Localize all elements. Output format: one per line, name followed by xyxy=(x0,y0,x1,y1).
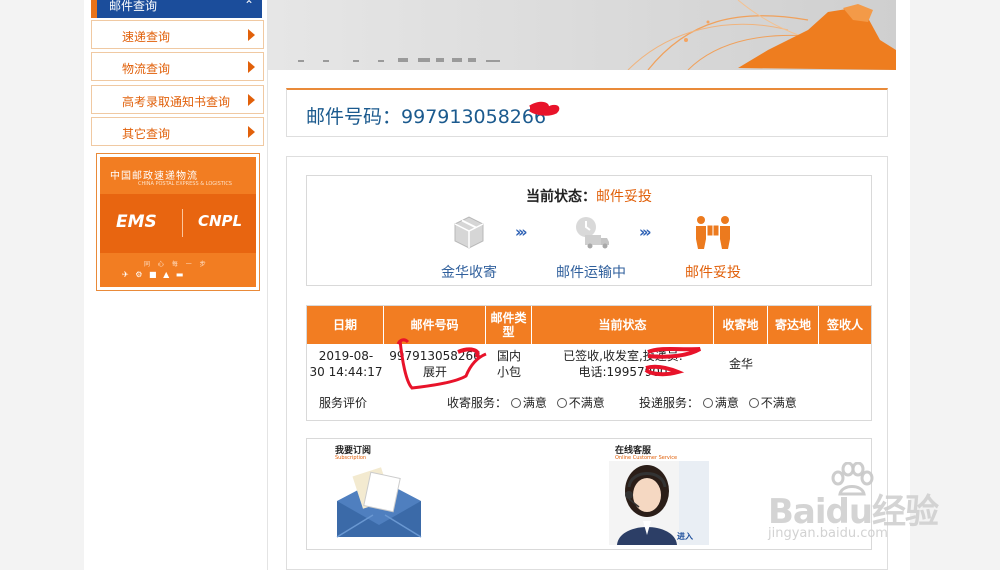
china-post-ems-logo[interactable]: 中国邮政速递物流 CHINA POSTAL EXPRESS & LOGISTIC… xyxy=(96,153,260,291)
triangle-right-icon xyxy=(248,29,255,41)
column-header-signer: 签收人 xyxy=(826,318,863,332)
deliver-service-rating: 投递服务： 满意 不满意 xyxy=(639,394,803,411)
service-rating-label: 服务评价 xyxy=(319,396,368,410)
sidebar-item-label: 物流查询 xyxy=(122,62,171,76)
sidebar-item-label: 高考录取通知书查询 xyxy=(122,95,231,109)
sidebar: 邮件查询 ⌃ 速递查询 物流查询 高考录取通知书查询 其它查询 中国邮政速递物流… xyxy=(84,0,268,570)
logo-panel: 中国邮政速递物流 CHINA POSTAL EXPRESS & LOGISTIC… xyxy=(100,157,256,287)
delivery-status-panel: 当前状态：邮件妥投 金华收寄 ››› 邮件运输中 ››› 邮件妥投 xyxy=(306,175,872,286)
logo-divider xyxy=(182,209,183,237)
online-service-card[interactable]: 在线客服 Online Customer Service 进入 xyxy=(609,441,709,547)
cnpl-logo-text: CNPL xyxy=(198,212,243,230)
transport-truck-icon xyxy=(541,212,641,252)
mail-number: 997913058266 xyxy=(389,349,481,363)
delivered-people-icon xyxy=(663,212,763,252)
column-header-number: 邮件号码 xyxy=(384,306,486,344)
option-label: 满意 xyxy=(714,396,739,410)
sidebar-item-admission-letter-query[interactable]: 高考录取通知书查询 xyxy=(91,85,264,114)
sidebar-item-label: 其它查询 xyxy=(122,127,171,141)
radio-send-satisfied[interactable] xyxy=(510,398,521,408)
ems-logo-text: EMS xyxy=(116,212,157,232)
sidebar-item-label: 速递查询 xyxy=(122,30,171,44)
watermark-url: jingyan.baidu.com xyxy=(768,526,888,541)
current-status-label: 当前状态： xyxy=(526,189,596,205)
sidebar-header[interactable]: 邮件查询 ⌃ xyxy=(91,0,262,18)
step-label: 邮件运输中 xyxy=(556,265,626,281)
transport-icons-strip: ✈ ⚙ ■ ▲ ▬ xyxy=(122,270,186,279)
column-header-origin: 收寄地 xyxy=(714,306,768,344)
table-row-origin: 金华 xyxy=(728,357,753,371)
table-row-type: 国内 小包 xyxy=(487,348,531,380)
send-service-rating: 收寄服务： 满意 不满意 xyxy=(447,394,611,411)
table-row-date: 2019-08- 30 14:44:17 xyxy=(309,348,383,380)
status-line-1: 已签收,收发室,投递员: xyxy=(563,349,683,363)
option-label: 满意 xyxy=(522,396,547,410)
step-label: 邮件妥投 xyxy=(685,265,741,281)
column-header-destination: 寄达地 xyxy=(768,306,819,344)
radio-deliver-satisfied[interactable] xyxy=(702,398,713,408)
triangle-right-icon xyxy=(248,126,255,138)
sidebar-header-label: 邮件查询 xyxy=(109,0,158,13)
current-status: 当前状态：邮件妥投 xyxy=(307,186,871,206)
table-header-row: 日期 邮件号码 邮件类型 当前状态 收寄地 寄达地 签收人 xyxy=(307,306,871,344)
type-line-2: 小包 xyxy=(496,365,521,379)
triangle-right-icon xyxy=(248,94,255,106)
radio-send-unsatisfied[interactable] xyxy=(556,398,567,408)
table-row-status: 已签收,收发室,投递员: 电话:19957900 xyxy=(533,348,713,380)
step-in-transit: 邮件运输中 xyxy=(541,212,641,282)
sidebar-item-express-query[interactable]: 速递查询 xyxy=(91,20,264,49)
column-header-date: 日期 xyxy=(307,306,384,344)
world-map-banner-graphic xyxy=(298,0,896,70)
triangle-right-icon xyxy=(248,61,255,73)
enter-link[interactable]: 进入 xyxy=(677,531,693,542)
customer-service-agent-icon xyxy=(609,461,709,545)
send-service-label: 收寄服务： xyxy=(447,396,508,410)
subscribe-card[interactable]: 我要订阅 Subscription xyxy=(329,441,429,547)
logo-cn-text: 中国邮政速递物流 xyxy=(110,171,198,182)
column-header-status: 当前状态 xyxy=(532,306,714,344)
table-row-number: 997913058266 展开 xyxy=(387,348,483,380)
sidebar-item-logistics-query[interactable]: 物流查询 xyxy=(91,52,264,81)
date-line-2: 30 14:44:17 xyxy=(309,365,383,379)
expand-link[interactable]: 展开 xyxy=(387,364,483,380)
option-label: 不满意 xyxy=(568,396,605,410)
baidu-jingyan-watermark: Baidu经验 jingyan.baidu.com xyxy=(764,462,960,556)
type-line-1: 国内 xyxy=(496,349,521,363)
column-header-type: 邮件类型 xyxy=(486,306,532,344)
logo-en-text: CHINA POSTAL EXPRESS & LOGISTICS xyxy=(138,181,232,187)
triple-chevron-right-icon: ››› xyxy=(639,223,651,241)
triple-chevron-right-icon: ››› xyxy=(515,223,527,241)
package-box-icon xyxy=(419,212,519,252)
sidebar-header-accent xyxy=(91,0,97,18)
double-chevron-up-icon[interactable]: ⌃ xyxy=(244,0,254,11)
deliver-service-label: 投递服务： xyxy=(639,396,700,410)
step-label: 金华收寄 xyxy=(441,265,497,281)
tracking-number-label: 邮件号码： xyxy=(306,106,402,128)
logo-slogan: 同 心 每 一 步 xyxy=(144,261,209,268)
envelope-mail-icon xyxy=(336,467,422,538)
status-line-2: 电话:19957900 xyxy=(578,365,668,379)
step-collected: 金华收寄 xyxy=(419,212,519,282)
header-banner xyxy=(268,0,896,70)
option-label: 不满意 xyxy=(760,396,797,410)
radio-deliver-unsatisfied[interactable] xyxy=(748,398,759,408)
tracking-number-heading: 邮件号码：997913058266 xyxy=(306,102,546,129)
date-line-1: 2019-08- xyxy=(318,349,374,363)
sidebar-item-other-query[interactable]: 其它查询 xyxy=(91,117,264,146)
tracking-number-panel: 邮件号码：997913058266 xyxy=(286,88,888,137)
step-delivered: 邮件妥投 xyxy=(663,212,763,282)
current-status-value: 邮件妥投 xyxy=(596,189,652,205)
tracking-table: 日期 邮件号码 邮件类型 当前状态 收寄地 寄达地 签收人 2019-08- 3… xyxy=(306,305,872,421)
tracking-number-value: 997913058266 xyxy=(401,106,547,128)
